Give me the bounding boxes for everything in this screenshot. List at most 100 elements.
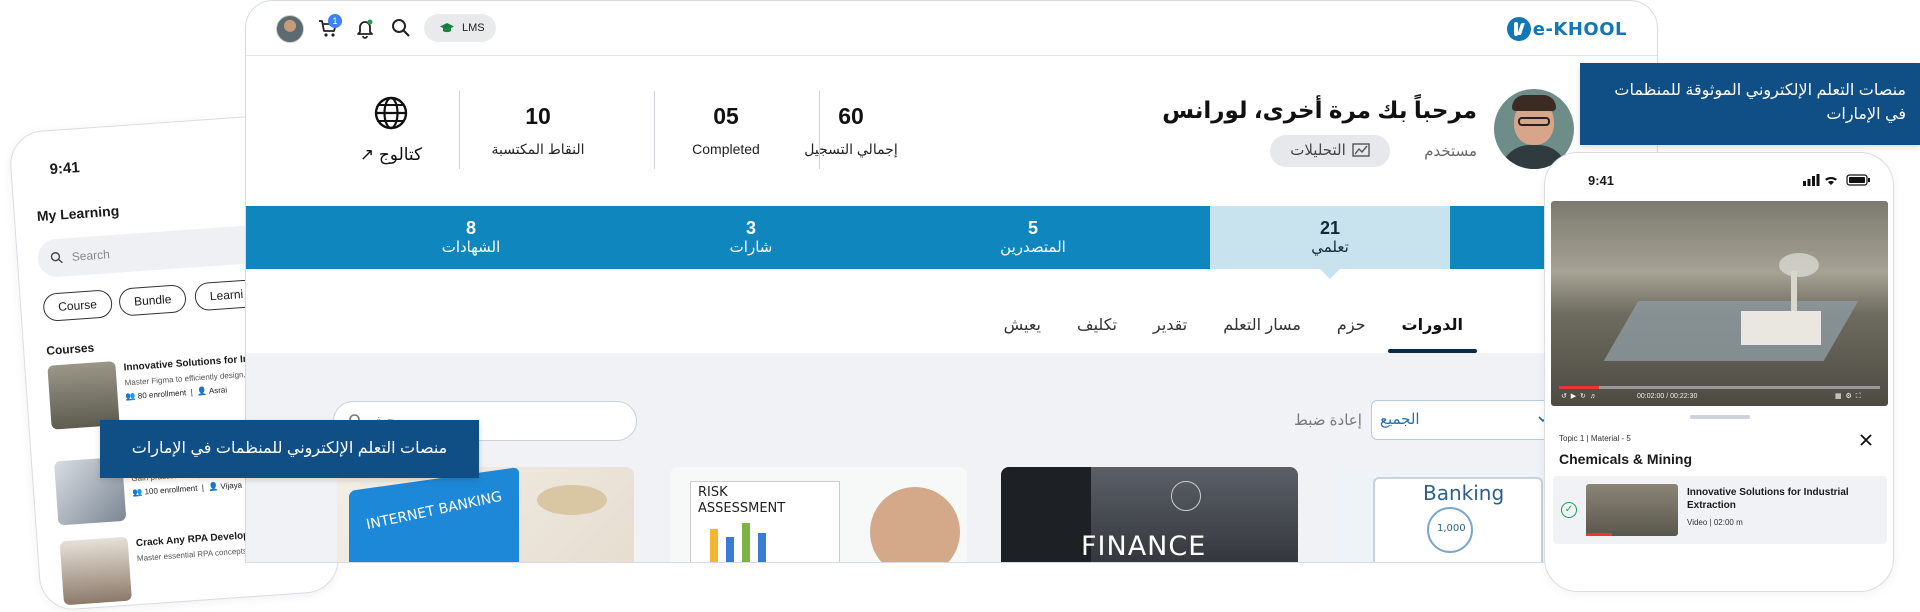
tab-assignment[interactable]: تكليف	[1063, 311, 1131, 353]
stat-value: 05	[713, 103, 739, 129]
search-icon[interactable]	[389, 16, 413, 40]
course-description: Master essential RPA concepts, to	[136, 545, 259, 564]
band-value: 8	[465, 218, 476, 238]
course-card-risk-assessment[interactable]: RISK ASSESSMENT	[670, 467, 967, 562]
tab-learning-path[interactable]: مسار التعلم	[1209, 311, 1315, 353]
status-time: 9:41	[1588, 173, 1615, 188]
analytics-label: التحليلات	[1290, 142, 1346, 159]
desktop-dashboard-window: 1 LMS e-KHOOL مرحباً بك مرة أخرى، لورانس…	[245, 0, 1658, 563]
welcome-heading: مرحباً بك مرة أخرى، لورانس	[1162, 97, 1477, 123]
band-label: شارات	[729, 239, 773, 256]
summary-band: 21 تعلمي 5 المتصدرين 3 شارات 8 الشهادات	[246, 206, 1657, 279]
rewind-icon[interactable]: ↺	[1561, 393, 1567, 400]
user-role: مستخدم	[1424, 143, 1477, 160]
sheet-drag-handle[interactable]	[1690, 415, 1750, 419]
video-player[interactable]: ↺ ▶ ↻ ♬ 00:02:00 / 00:22:30 ▦ ⚙ ⛶	[1551, 201, 1888, 406]
tab-live[interactable]: يعيش	[990, 311, 1055, 353]
card-caption: Banking	[1423, 481, 1505, 505]
screen-title: My Learning	[36, 202, 120, 225]
course-author: Vijaya	[220, 480, 243, 492]
globe-icon	[374, 96, 408, 130]
status-bar-icons	[1803, 174, 1870, 186]
cart-count-badge: 1	[328, 14, 342, 28]
settings-icon[interactable]: ⚙	[1846, 393, 1852, 400]
users-icon: 👥	[125, 391, 136, 402]
stat-completed: 05 Completed	[646, 103, 806, 157]
stat-points-earned: 10 النقاط المكتسبة	[458, 103, 618, 158]
user-icon: 👤	[196, 386, 208, 397]
catalog-label: كتالوج	[378, 145, 423, 164]
avatar[interactable]	[276, 15, 304, 43]
stat-value: 10	[525, 103, 551, 129]
enrollment-count: 80 enrollment	[137, 388, 187, 401]
tab-courses[interactable]: الدورات	[1387, 311, 1478, 353]
band-item-badges[interactable]: 3 شارات	[631, 206, 871, 269]
topic-material-line: Topic 1 | Material - 5	[1559, 434, 1631, 443]
status-time: 9:41	[49, 159, 81, 179]
band-item-certificates[interactable]: 8 الشهادات	[351, 206, 591, 269]
courses-heading: Courses	[45, 340, 95, 358]
reset-filters-button[interactable]: إعادة ضبط	[1294, 411, 1362, 429]
lms-switcher-button[interactable]: LMS	[424, 14, 496, 42]
volume-icon[interactable]: ♬	[1590, 393, 1597, 400]
lesson-meta: Video | 02:00 m	[1687, 518, 1743, 527]
topic-title: Chemicals & Mining	[1559, 451, 1693, 467]
ekhool-logo: e-KHOOL	[1506, 15, 1627, 43]
search-icon	[50, 252, 63, 264]
external-arrow-icon: ↗	[359, 145, 375, 164]
course-card-finance[interactable]: FINANCE	[1001, 467, 1298, 562]
course-description: Master Figma to efficiently design, p	[124, 369, 253, 388]
close-icon[interactable]	[1859, 433, 1873, 447]
video-progress-track[interactable]	[1559, 386, 1880, 389]
top-bar: 1 LMS e-KHOOL	[246, 1, 1657, 56]
search-placeholder: Search	[71, 247, 111, 264]
band-value: 5	[1027, 218, 1038, 238]
video-time: 00:02:00 / 00:22:30	[1637, 393, 1698, 400]
analytics-button[interactable]: التحليلات	[1270, 135, 1390, 167]
course-meta: 👥 100 enrollment | 👤 Vijaya	[132, 480, 243, 498]
lesson-thumbnail	[1586, 484, 1678, 536]
fullscreen-icon[interactable]: ⛶	[1856, 393, 1861, 400]
filter-pill-bundle[interactable]: Bundle	[118, 283, 188, 317]
band-item-my-learning[interactable]: 21 تعلمي	[1210, 206, 1450, 279]
users-icon: 👥	[132, 487, 143, 498]
tab-appreciation[interactable]: تقدير	[1139, 311, 1201, 353]
forward-icon[interactable]: ↻	[1580, 393, 1586, 400]
card-caption: RISK ASSESSMENT	[698, 485, 786, 516]
filter-pill-course[interactable]: Course	[42, 289, 113, 322]
stat-label: النقاط المكتسبة	[491, 141, 585, 157]
play-icon[interactable]: ▶	[1571, 393, 1576, 400]
course-meta: 👥 80 enrollment | 👤 Asrai	[125, 385, 228, 402]
logo-mark-icon	[1506, 17, 1531, 41]
filter-select[interactable]: الجميع	[1371, 400, 1551, 440]
divider	[459, 91, 460, 169]
course-card-internet-banking[interactable]: INTERNET BANKING	[337, 467, 634, 562]
divider	[819, 91, 820, 169]
video-progress-fill	[1559, 386, 1599, 389]
filter-select-value: الجميع	[1380, 411, 1420, 428]
course-thumbnail	[59, 536, 132, 606]
promo-banner-right: منصات التعلم الإلكتروني الموثوقة للمنظما…	[1580, 63, 1920, 145]
band-item-leaderboard[interactable]: 5 المتصدرين	[913, 206, 1153, 269]
promo-banner-left: منصات التعلم الإلكتروني للمنظمات في الإم…	[100, 420, 479, 478]
band-label: تعلمي	[1311, 239, 1349, 256]
video-settings-controls[interactable]: ▦ ⚙ ⛶	[1835, 392, 1861, 401]
lesson-title: Innovative Solutions for Industrial Extr…	[1687, 487, 1849, 511]
enrollment-count: 100 enrollment	[144, 483, 198, 497]
content-tabs: الدورات حزم مسار التعلم تقدير تكليف يعيش	[982, 311, 1478, 353]
band-label: الشهادات	[441, 239, 501, 256]
catalog-link[interactable]: كتالوج ↗	[331, 96, 451, 165]
course-author: Asrai	[208, 385, 228, 396]
chart-icon	[1352, 143, 1370, 157]
lesson-item[interactable]: ✓ Innovative Solutions for Industrial Ex…	[1553, 476, 1887, 544]
lms-label: LMS	[462, 22, 485, 34]
tab-bundles[interactable]: حزم	[1323, 311, 1380, 353]
graduation-cap-icon	[440, 23, 454, 33]
user-icon: 👤	[207, 482, 219, 492]
captions-icon[interactable]: ▦	[1835, 393, 1842, 400]
mobile-course-player-screen: 9:41 ↺ ▶ ↻ ♬ 00:02:00 / 00:22:30 ▦ ⚙ ⛶ T…	[1544, 152, 1894, 592]
card-caption: FINANCE	[1081, 531, 1207, 562]
bell-icon[interactable]	[353, 16, 377, 40]
band-label: المتصدرين	[1000, 239, 1066, 256]
video-controls[interactable]: ↺ ▶ ↻ ♬	[1561, 392, 1597, 400]
